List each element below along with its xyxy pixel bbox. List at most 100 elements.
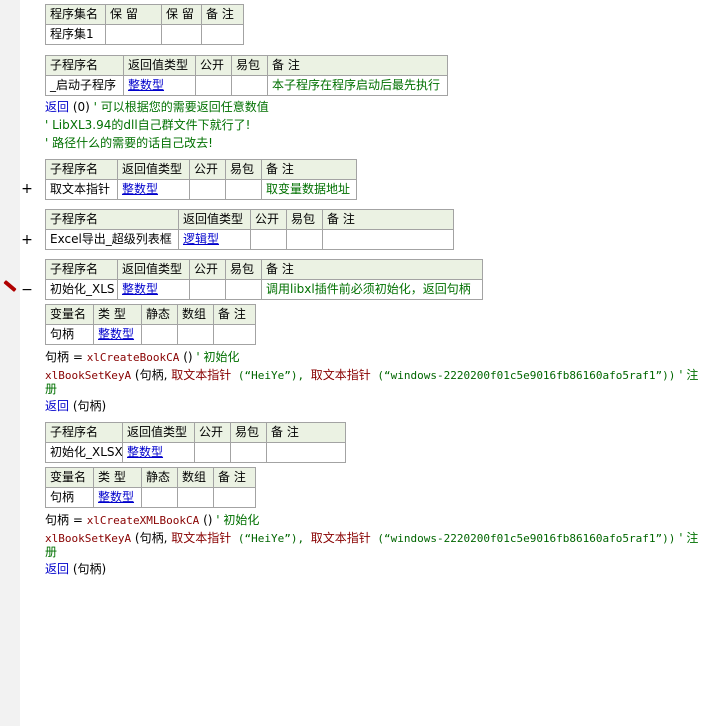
header-type: 类 型 (93, 467, 142, 488)
header-sub-name: 子程序名 (45, 159, 118, 180)
line-comment: ' 注 (675, 531, 699, 545)
variable-table-xlsx: 变量名 类 型 静态 数组 备 注 句柄 整数型 (45, 467, 256, 508)
fn-get-text-pointer-2: 取文本指针 (310, 531, 371, 545)
note-cell[interactable] (213, 324, 256, 345)
code-line-return[interactable]: 返回 (句柄) (45, 561, 106, 577)
code-line-set-key[interactable]: xlBookSetKeyA (句柄, 取文本指针 (“HeiYe”), 取文本指… (45, 367, 698, 384)
header-reserved-1: 保 留 (105, 4, 162, 25)
code-line-set-key[interactable]: xlBookSetKeyA (句柄, 取文本指针 (“HeiYe”), 取文本指… (45, 530, 698, 547)
line-comment: ' 初始化 (212, 513, 260, 527)
header-array: 数组 (177, 467, 214, 488)
note-cell[interactable] (266, 442, 346, 463)
return-type-cell[interactable]: 整数型 (117, 179, 190, 200)
code-line-return[interactable]: 返回 (0) ' 可以根据您的需要返回任意数值 (45, 99, 269, 115)
public-cell[interactable] (250, 229, 287, 250)
return-args: (句柄) (69, 399, 107, 413)
note-cell[interactable]: 调用libxl插件前必须初始化，返回句柄 (261, 279, 483, 300)
public-cell[interactable] (189, 279, 226, 300)
public-cell[interactable] (189, 179, 226, 200)
var-name-cell[interactable]: 句柄 (45, 487, 94, 508)
header-reserved-2: 保 留 (161, 4, 202, 25)
header-return-type: 返回值类型 (117, 159, 190, 180)
static-cell[interactable] (141, 487, 178, 508)
call-args-1: (句柄, (131, 368, 172, 382)
static-cell[interactable] (141, 324, 178, 345)
code-comment-2[interactable]: ' 路径什么的需要的话自己改去! (45, 135, 213, 151)
header-sub-name: 子程序名 (45, 55, 124, 76)
return-keyword: 返回 (45, 100, 70, 114)
sub-name-cell[interactable]: _启动子程序 (45, 75, 124, 96)
note-cell[interactable] (201, 24, 244, 45)
code-line-return[interactable]: 返回 (句柄) (45, 398, 106, 414)
header-note: 备 注 (261, 159, 357, 180)
array-cell[interactable] (177, 487, 214, 508)
code-line-create-book[interactable]: 句柄 = xlCreateBookCA () ' 初始化 (45, 349, 240, 366)
easy-pack-cell[interactable] (231, 75, 268, 96)
assign-lhs: 句柄 = (45, 513, 87, 527)
expand-plus-icon[interactable]: + (20, 182, 34, 196)
call-name: xlBookSetKeyA (45, 532, 132, 545)
note-cell[interactable]: 取变量数据地址 (261, 179, 357, 200)
assembly-name-cell[interactable]: 程序集1 (45, 24, 106, 45)
reserved-cell-1[interactable] (105, 24, 162, 45)
reserved-cell-2[interactable] (161, 24, 202, 45)
header-note: 备 注 (322, 209, 454, 230)
fn-get-text-pointer-1: 取文本指针 (171, 531, 232, 545)
public-cell[interactable] (195, 75, 232, 96)
subprogram-table-excel-export: 子程序名 返回值类型 公开 易包 备 注 Excel导出_超级列表框 逻辑型 (45, 209, 454, 250)
call-name: xlCreateXMLBookCA (86, 514, 200, 527)
return-args: (0) (69, 100, 90, 114)
easy-pack-cell[interactable] (230, 442, 267, 463)
header-note: 备 注 (266, 422, 346, 443)
header-return-type: 返回值类型 (122, 422, 195, 443)
header-public: 公开 (250, 209, 287, 230)
easy-pack-cell[interactable] (286, 229, 323, 250)
line-comment: ' 注 (675, 368, 699, 382)
array-cell[interactable] (177, 324, 214, 345)
variable-table-xls: 变量名 类 型 静态 数组 备 注 句柄 整数型 (45, 304, 256, 345)
var-type-cell[interactable]: 整数型 (93, 487, 142, 508)
header-easy-pack: 易包 (230, 422, 267, 443)
var-name-cell[interactable]: 句柄 (45, 324, 94, 345)
sub-name-cell[interactable]: 取文本指针 (45, 179, 118, 200)
header-return-type: 返回值类型 (178, 209, 251, 230)
call-name: xlCreateBookCA (86, 351, 180, 364)
header-sub-name: 子程序名 (45, 422, 123, 443)
left-gutter (0, 0, 20, 726)
call-args-1: (句柄, (131, 531, 172, 545)
string-arg-2: (“windows-2220200f01c5e9016fb86160afo5ra… (370, 532, 676, 545)
header-easy-pack: 易包 (225, 159, 262, 180)
easy-pack-cell[interactable] (225, 279, 262, 300)
return-type-cell[interactable]: 整数型 (122, 442, 195, 463)
call-args: () (179, 350, 193, 364)
string-arg-2: (“windows-2220200f01c5e9016fb86160afo5ra… (370, 369, 676, 382)
public-cell[interactable] (194, 442, 231, 463)
sub-name-cell[interactable]: 初始化_XLSX (45, 442, 123, 463)
return-comment: ' 可以根据您的需要返回任意数值 (89, 100, 269, 114)
code-line-create-xml-book[interactable]: 句柄 = xlCreateXMLBookCA () ' 初始化 (45, 512, 259, 529)
return-type-cell[interactable]: 逻辑型 (178, 229, 251, 250)
note-cell[interactable]: 本子程序在程序启动后最先执行 (267, 75, 448, 96)
code-comment-1[interactable]: ' LibXL3.94的dll自己群文件下就行了! (45, 117, 250, 133)
return-type-cell[interactable]: 整数型 (117, 279, 190, 300)
note-cell[interactable] (213, 487, 256, 508)
header-return-type: 返回值类型 (117, 259, 190, 280)
header-sub-name: 子程序名 (45, 259, 118, 280)
header-return-type: 返回值类型 (123, 55, 196, 76)
line-comment: ' 初始化 (192, 350, 240, 364)
fn-get-text-pointer-2: 取文本指针 (310, 368, 371, 382)
return-args: (句柄) (69, 562, 107, 576)
fn-get-text-pointer-1: 取文本指针 (171, 368, 232, 382)
return-type-cell[interactable]: 整数型 (123, 75, 196, 96)
expand-plus-icon[interactable]: + (20, 233, 34, 247)
var-type-cell[interactable]: 整数型 (93, 324, 142, 345)
note-cell[interactable] (322, 229, 454, 250)
sub-name-cell[interactable]: 初始化_XLS (45, 279, 118, 300)
easy-pack-cell[interactable] (225, 179, 262, 200)
header-public: 公开 (195, 55, 232, 76)
collapse-minus-icon[interactable]: − (20, 283, 34, 297)
sub-name-cell[interactable]: Excel导出_超级列表框 (45, 229, 179, 250)
subprogram-table-init-xlsx: 子程序名 返回值类型 公开 易包 备 注 初始化_XLSX 整数型 (45, 422, 346, 463)
header-note: 备 注 (213, 467, 256, 488)
header-easy-pack: 易包 (286, 209, 323, 230)
